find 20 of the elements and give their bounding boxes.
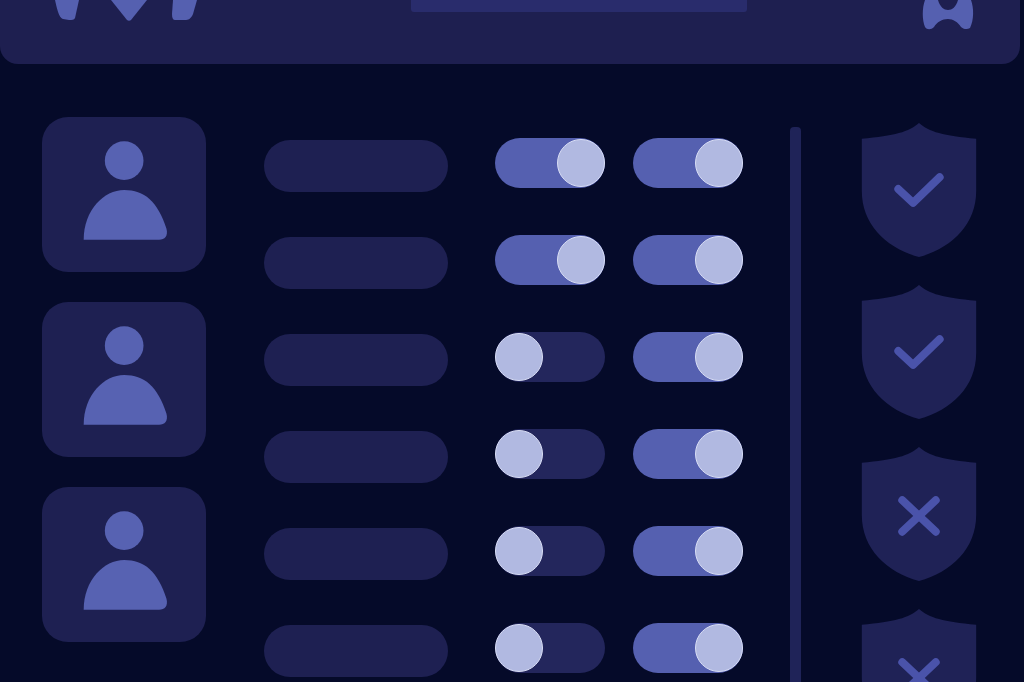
toggle-switch[interactable] [633, 428, 743, 479]
user-icon[interactable] [921, 0, 975, 30]
toggle-switch[interactable] [495, 331, 605, 382]
toggle-switch[interactable] [633, 137, 743, 188]
nav-icon[interactable] [55, 0, 81, 20]
toggle-switch[interactable] [495, 525, 605, 576]
toggle-switch[interactable] [633, 622, 743, 673]
search-field[interactable] [411, 0, 747, 12]
profile-card[interactable] [42, 487, 206, 642]
toggle-switch[interactable] [633, 525, 743, 576]
profile-card[interactable] [42, 117, 206, 272]
toggle-switch[interactable] [495, 234, 605, 285]
pin-icon[interactable] [111, 0, 147, 22]
toggle-switch[interactable] [495, 622, 605, 673]
nav-icon[interactable] [171, 0, 197, 20]
profile-card[interactable] [42, 302, 206, 457]
toggle-switch[interactable] [633, 234, 743, 285]
toggle-switch[interactable] [633, 331, 743, 382]
toggle-switch[interactable] [495, 137, 605, 188]
toggle-switch[interactable] [495, 428, 605, 479]
